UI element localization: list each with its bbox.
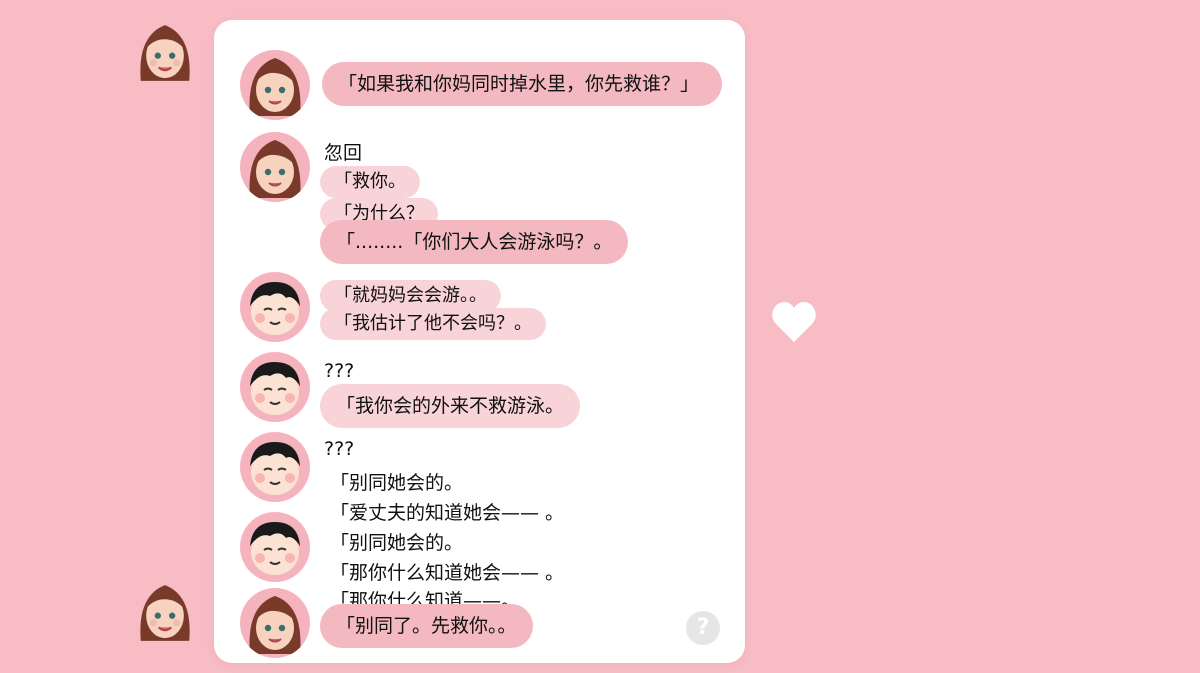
message-header: ???: [324, 360, 355, 382]
girl-avatar-icon: [140, 25, 190, 81]
message-header: 忽回: [324, 142, 363, 164]
girl-avatar-icon: [140, 585, 190, 641]
avatar-female: [240, 588, 310, 658]
message-text: 「爱丈夫的知道她会—— 。: [330, 502, 565, 524]
message-text: 「那你什么知道她会—— 。: [330, 562, 565, 584]
boy-avatar-icon: [250, 522, 300, 575]
heart-icon: [772, 302, 816, 342]
avatar-female-outside-top: [130, 18, 200, 96]
avatar-female: [240, 50, 310, 120]
message-header: ???: [324, 438, 355, 460]
girl-avatar-icon: [249, 140, 301, 198]
avatar-boy: [240, 272, 310, 342]
message-bubble: 「别同了。先救你。。: [320, 604, 533, 648]
message-bubble: 「我估计了他不会吗？。: [320, 308, 546, 340]
message-bubble: 「如果我和你妈同时掉水里，你先救谁？」: [322, 62, 722, 106]
girl-avatar-icon: [249, 596, 301, 654]
avatar-boy: [240, 432, 310, 502]
boy-avatar-icon: [250, 362, 300, 415]
avatar-female: [240, 132, 310, 202]
avatar-boy: [240, 352, 310, 422]
boy-avatar-icon: [250, 282, 300, 335]
boy-avatar-icon: [250, 442, 300, 495]
avatar-boy: [240, 512, 310, 582]
girl-avatar-icon: [249, 58, 301, 116]
avatar-female-outside-bottom: [130, 578, 200, 656]
message-bubble: 「我你会的外来不救游泳。: [320, 384, 581, 428]
message-text: 「别同她会的。: [330, 532, 464, 554]
message-text: 「别同她会的。: [330, 472, 464, 494]
help-button[interactable]: ?: [686, 611, 720, 645]
message-bubble: 「救你。: [320, 166, 420, 198]
message-bubble: 「........「你们大人会游泳吗？。: [320, 220, 629, 264]
